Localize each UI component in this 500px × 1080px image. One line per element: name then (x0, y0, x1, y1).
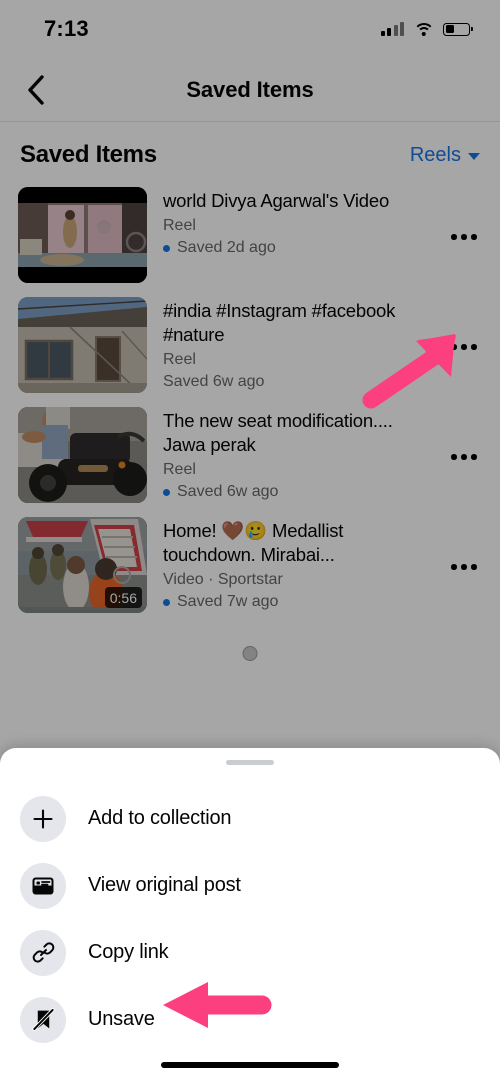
saved-items-list: world Divya Agarwal's Video Reel Saved 2… (0, 182, 500, 622)
sheet-item-label: View original post (88, 874, 241, 896)
status-indicators (380, 22, 473, 37)
sheet-item-add-to-collection[interactable]: Add to collection (0, 785, 500, 852)
status-time: 7:13 (44, 16, 89, 41)
item-title: Home! 🤎🥲 Medallist touchdown. Mirabai... (163, 520, 344, 565)
options-bottom-sheet: Add to collection View original post Cop… (0, 748, 500, 1080)
item-title: The new seat modification.... Jawa perak (163, 410, 393, 455)
video-duration-badge: 0:56 (104, 587, 142, 608)
nav-divider (0, 121, 500, 122)
item-thumbnail[interactable] (18, 407, 147, 503)
sheet-options-list: Add to collection View original post Cop… (0, 765, 500, 1053)
page-title: Saved Items (186, 77, 314, 102)
chevron-down-icon (468, 153, 480, 160)
unread-dot-icon (163, 244, 170, 252)
section-header: Saved Items Reels (0, 130, 500, 180)
item-title: world Divya Agarwal's Video (163, 190, 390, 211)
phone-screen: 7:13 Saved Items Saved Items Reels world… (0, 0, 500, 1080)
section-title: Saved Items (20, 141, 157, 168)
unsave-bookmark-icon (20, 996, 66, 1043)
unread-dot-icon (163, 598, 170, 606)
back-chevron-icon[interactable] (18, 72, 54, 108)
overflow-menu-icon[interactable] (442, 435, 486, 479)
filter-dropdown-reels[interactable]: Reels (410, 144, 480, 167)
unread-dot-icon (163, 488, 170, 496)
saved-time-label: Saved 6w ago (163, 373, 265, 390)
overflow-menu-icon[interactable] (442, 325, 486, 369)
item-thumbnail[interactable]: 0:56 (18, 517, 147, 613)
list-item[interactable]: The new seat modification.... Jawa perak… (0, 402, 500, 512)
list-item[interactable]: #india #Instagram #facebook #nature Reel… (0, 292, 500, 402)
sheet-item-label: Unsave (88, 1008, 155, 1030)
item-thumbnail[interactable] (18, 297, 147, 393)
wifi-icon (413, 22, 434, 37)
sheet-item-label: Copy link (88, 941, 169, 963)
filter-label: Reels (409, 143, 461, 166)
link-icon (20, 929, 66, 976)
sheet-item-copy-link[interactable]: Copy link (0, 919, 500, 986)
overflow-menu-icon[interactable] (442, 545, 486, 589)
cellular-signal-icon (380, 22, 404, 36)
list-item[interactable]: world Divya Agarwal's Video Reel Saved 2… (0, 182, 500, 292)
item-title: #india #Instagram #facebook #nature (163, 300, 396, 345)
home-indicator (161, 1062, 339, 1068)
status-bar: 7:13 (0, 0, 500, 58)
item-thumbnail[interactable] (18, 187, 147, 283)
sheet-item-view-original-post[interactable]: View original post (0, 852, 500, 919)
saved-time-label: Saved 6w ago (177, 483, 279, 500)
post-card-icon (20, 862, 66, 909)
navigation-bar: Saved Items (0, 58, 500, 122)
overflow-menu-icon[interactable] (442, 215, 486, 259)
sheet-item-label: Add to collection (88, 807, 232, 829)
saved-time-label: Saved 2d ago (177, 239, 276, 256)
item-saved-time: Saved 6w ago (163, 371, 500, 393)
plus-icon (20, 795, 66, 842)
saved-time-label: Saved 7w ago (177, 593, 279, 610)
battery-low-icon (443, 22, 473, 36)
loading-spinner (242, 646, 258, 661)
item-saved-time: Saved 6w ago (163, 481, 500, 503)
list-item[interactable]: 0:56 Home! 🤎🥲 Medallist touchdown. Mirab… (0, 512, 500, 622)
sheet-item-unsave[interactable]: Unsave (0, 986, 500, 1053)
item-saved-time: Saved 7w ago (163, 591, 500, 613)
